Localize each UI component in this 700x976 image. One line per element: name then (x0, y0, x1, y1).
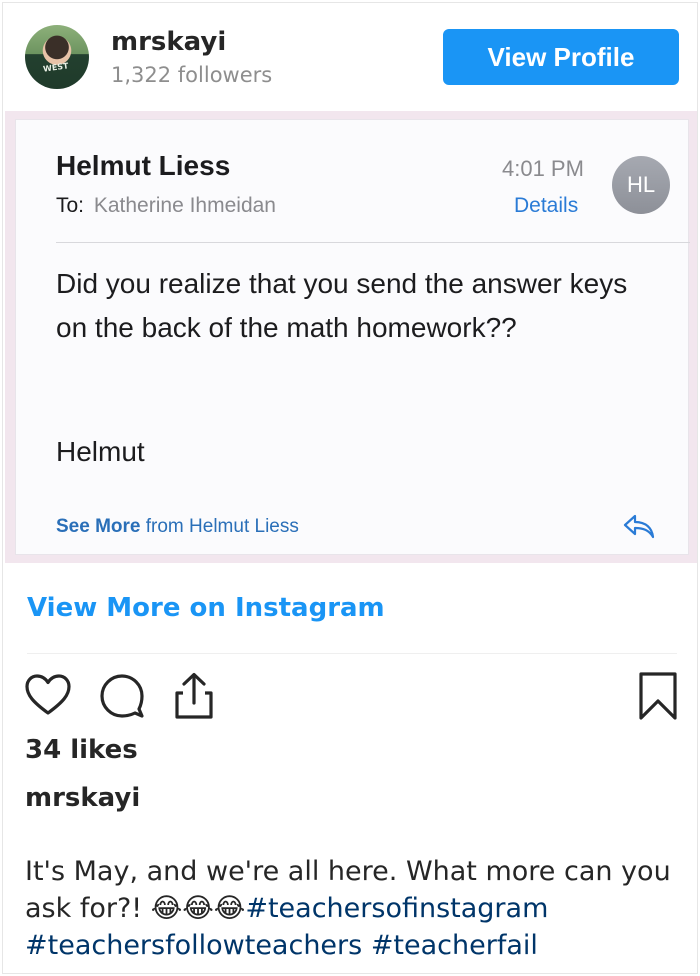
hashtag-link[interactable]: #teachersofinstagram (245, 893, 548, 924)
email-body: Did you realize that you send the answer… (56, 268, 628, 343)
email-to-label: To: (56, 194, 85, 217)
like-count[interactable]: 34 likes (25, 735, 138, 765)
follower-count: 1,322 followers (111, 63, 273, 87)
email-divider (56, 242, 690, 243)
heart-icon[interactable] (23, 671, 73, 721)
email-signature: Helmut (56, 436, 145, 467)
post-image[interactable]: Helmut Liess To: Katherine Ihmeidan 4:01… (5, 111, 697, 563)
email-details-link: Details (514, 194, 579, 217)
avatar-shirt-text: WEST (42, 61, 70, 74)
email-recipient: Katherine Ihmeidan (93, 194, 276, 217)
see-more-link: See More from Helmut Liess (56, 516, 299, 538)
email-recipient-row: To: Katherine Ihmeidan (56, 194, 276, 218)
action-bar (23, 667, 683, 727)
comment-icon[interactable] (97, 671, 147, 721)
caption-username[interactable]: mrskayi (25, 783, 140, 813)
avatar[interactable]: WEST (25, 25, 89, 89)
see-more-rest: from Helmut Liess (140, 516, 299, 537)
divider (27, 653, 677, 654)
post-header: WEST mrskayi 1,322 followers View Profil… (3, 3, 697, 111)
email-sender: Helmut Liess (56, 150, 231, 181)
email-time: 4:01 PM (502, 156, 584, 181)
view-profile-button[interactable]: View Profile (443, 29, 679, 85)
bookmark-icon[interactable] (633, 671, 683, 721)
email-screenshot: Helmut Liess To: Katherine Ihmeidan 4:01… (15, 119, 690, 555)
hashtag-link[interactable]: #teachersfollowteachers (25, 930, 362, 961)
username[interactable]: mrskayi (111, 27, 226, 57)
view-more-on-instagram-link[interactable]: View More on Instagram (27, 593, 385, 623)
reply-icon (623, 514, 655, 539)
caption: It's May, and we're all here. What more … (25, 853, 675, 964)
share-icon[interactable] (169, 671, 219, 721)
sender-initials-avatar: HL (612, 156, 670, 214)
hashtag-link[interactable]: #teacherfail (371, 930, 538, 961)
see-more-bold: See More (56, 516, 141, 537)
instagram-embed-card: WEST mrskayi 1,322 followers View Profil… (2, 2, 698, 974)
